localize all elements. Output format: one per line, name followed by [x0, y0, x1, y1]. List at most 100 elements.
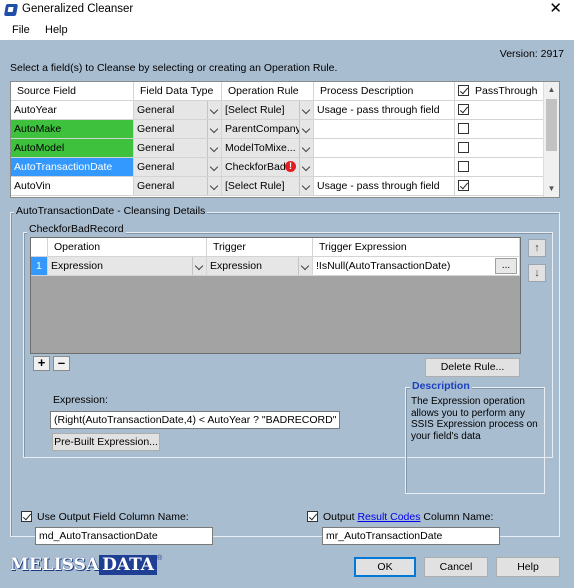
field-data-type-value: General: [137, 161, 175, 173]
operation-rule-value: [Select Rule]: [225, 180, 285, 192]
chevron-down-icon[interactable]: [299, 177, 313, 195]
table-row[interactable]: 1 Expression Expression !IsNull(AutoTran…: [31, 257, 520, 276]
passthrough-cell: [455, 120, 544, 139]
scroll-up-icon[interactable]: ▲: [544, 82, 559, 98]
passthrough-checkbox[interactable]: [458, 104, 469, 115]
trigger-select[interactable]: Expression: [207, 257, 313, 276]
fields-grid: Source Field Field Data Type Operation R…: [10, 81, 560, 198]
prebuilt-expression-button[interactable]: Pre-Built Expression...: [52, 433, 160, 451]
header-passthrough-checkbox[interactable]: [458, 85, 469, 96]
chevron-down-icon[interactable]: [207, 177, 221, 195]
field-data-type-select[interactable]: General: [134, 158, 222, 177]
cancel-button[interactable]: Cancel: [424, 557, 488, 577]
passthrough-cell: [455, 101, 544, 120]
field-data-type-select[interactable]: General: [134, 177, 222, 196]
description-text: The Expression operation allows you to p…: [411, 396, 538, 442]
trigger-expression-value: !IsNull(AutoTransactionDate): [316, 260, 451, 272]
version-label: Version: 2917: [499, 48, 564, 60]
row-number[interactable]: 1: [31, 257, 48, 276]
fields-grid-scrollbar[interactable]: ▲ ▼: [543, 82, 559, 197]
melissa-data-logo: MELISSA DATA ®: [10, 555, 162, 579]
chevron-down-icon[interactable]: [298, 257, 312, 275]
logo-registered-mark: ®: [156, 555, 163, 562]
move-up-button[interactable]: ↑: [528, 239, 546, 257]
result-codes-link[interactable]: Result Codes: [357, 511, 420, 523]
add-rule-row-button[interactable]: +: [33, 356, 50, 371]
ok-button[interactable]: OK: [354, 557, 416, 577]
header-operation[interactable]: Operation: [48, 238, 207, 257]
field-data-type-select[interactable]: General: [134, 101, 222, 120]
process-description-cell: [314, 139, 455, 158]
use-output-checkbox[interactable]: [21, 511, 32, 522]
header-source-field[interactable]: Source Field: [11, 82, 134, 101]
output-field-name-input[interactable]: md_AutoTransactionDate: [35, 527, 213, 545]
help-button[interactable]: Help: [496, 557, 560, 577]
menu-bar: File Help: [0, 20, 574, 40]
header-trigger-expression[interactable]: Trigger Expression: [313, 238, 520, 257]
source-field-cell[interactable]: AutoMake: [11, 120, 134, 139]
logo-part-data: DATA: [99, 555, 157, 575]
trigger-expression-cell[interactable]: !IsNull(AutoTransactionDate)...: [313, 257, 520, 276]
window-title: Generalized Cleanser: [22, 3, 134, 15]
expression-label: Expression:: [53, 394, 108, 406]
move-down-button[interactable]: ↓: [528, 264, 546, 282]
error-icon: !: [285, 161, 296, 172]
chevron-down-icon[interactable]: [207, 158, 221, 176]
operation-value: Expression: [51, 260, 103, 272]
rule-group-title: CheckforBadRecord: [27, 223, 126, 235]
source-field-cell[interactable]: AutoModel: [11, 139, 134, 158]
operation-rule-select[interactable]: [Select Rule]: [222, 177, 314, 196]
close-icon[interactable]: ✕: [549, 1, 562, 17]
chevron-down-icon[interactable]: [299, 120, 313, 138]
passthrough-checkbox[interactable]: [458, 123, 469, 134]
result-suffix: Column Name:: [423, 511, 494, 523]
chevron-down-icon[interactable]: [299, 158, 313, 176]
description-title: Description: [410, 380, 472, 392]
operation-rule-select[interactable]: ParentCompany: [222, 120, 314, 139]
chevron-down-icon[interactable]: [299, 101, 313, 119]
result-codes-label: Output Result Codes Column Name:: [323, 511, 493, 523]
menu-help[interactable]: Help: [45, 24, 68, 36]
field-data-type-value: General: [137, 104, 175, 116]
chevron-down-icon[interactable]: [207, 139, 221, 157]
rules-grid-header: Operation Trigger Trigger Expression: [31, 238, 520, 257]
ellipsis-button[interactable]: ...: [495, 258, 517, 274]
scrollbar-thumb[interactable]: [546, 99, 557, 151]
operation-select[interactable]: Expression: [48, 257, 207, 276]
operation-rule-select[interactable]: [Select Rule]: [222, 101, 314, 120]
passthrough-checkbox[interactable]: [458, 161, 469, 172]
chevron-down-icon[interactable]: [207, 101, 221, 119]
passthrough-checkbox[interactable]: [458, 142, 469, 153]
header-field-data-type[interactable]: Field Data Type: [134, 82, 222, 101]
main-panel: Version: 2917 Select a field(s) to Clean…: [0, 40, 574, 588]
chevron-down-icon[interactable]: [299, 139, 313, 157]
header-process-description[interactable]: Process Description: [314, 82, 455, 101]
delete-rule-button[interactable]: Delete Rule...: [425, 358, 520, 377]
result-field-name-input[interactable]: mr_AutoTransactionDate: [322, 527, 500, 545]
chevron-down-icon[interactable]: [207, 120, 221, 138]
remove-rule-row-button[interactable]: –: [53, 356, 70, 371]
passthrough-checkbox[interactable]: [458, 180, 469, 191]
process-description-cell: [314, 158, 455, 177]
field-data-type-value: General: [137, 123, 175, 135]
field-data-type-select[interactable]: General: [134, 120, 222, 139]
operation-rule-select[interactable]: CheckforBad...!: [222, 158, 314, 177]
source-field-cell[interactable]: AutoYear: [11, 101, 134, 120]
result-codes-checkbox[interactable]: [307, 511, 318, 522]
menu-file[interactable]: File: [12, 24, 30, 36]
passthrough-cell: [455, 139, 544, 158]
header-operation-rule[interactable]: Operation Rule: [222, 82, 314, 101]
use-output-label: Use Output Field Column Name:: [37, 511, 189, 523]
field-data-type-select[interactable]: General: [134, 139, 222, 158]
expression-input[interactable]: (Right(AutoTransactionDate,4) < AutoYear…: [50, 411, 340, 429]
operation-rule-select[interactable]: ModelToMixe...: [222, 139, 314, 158]
rules-header-corner: [31, 238, 48, 257]
chevron-down-icon[interactable]: [192, 257, 206, 275]
header-passthrough-label: PassThrough: [475, 85, 538, 97]
source-field-cell[interactable]: AutoTransactionDate: [11, 158, 134, 177]
scroll-down-icon[interactable]: ▼: [544, 181, 559, 197]
header-passthrough[interactable]: PassThrough: [455, 82, 544, 101]
header-trigger[interactable]: Trigger: [207, 238, 313, 257]
source-field-cell[interactable]: AutoVin: [11, 177, 134, 196]
process-description-cell: [314, 120, 455, 139]
